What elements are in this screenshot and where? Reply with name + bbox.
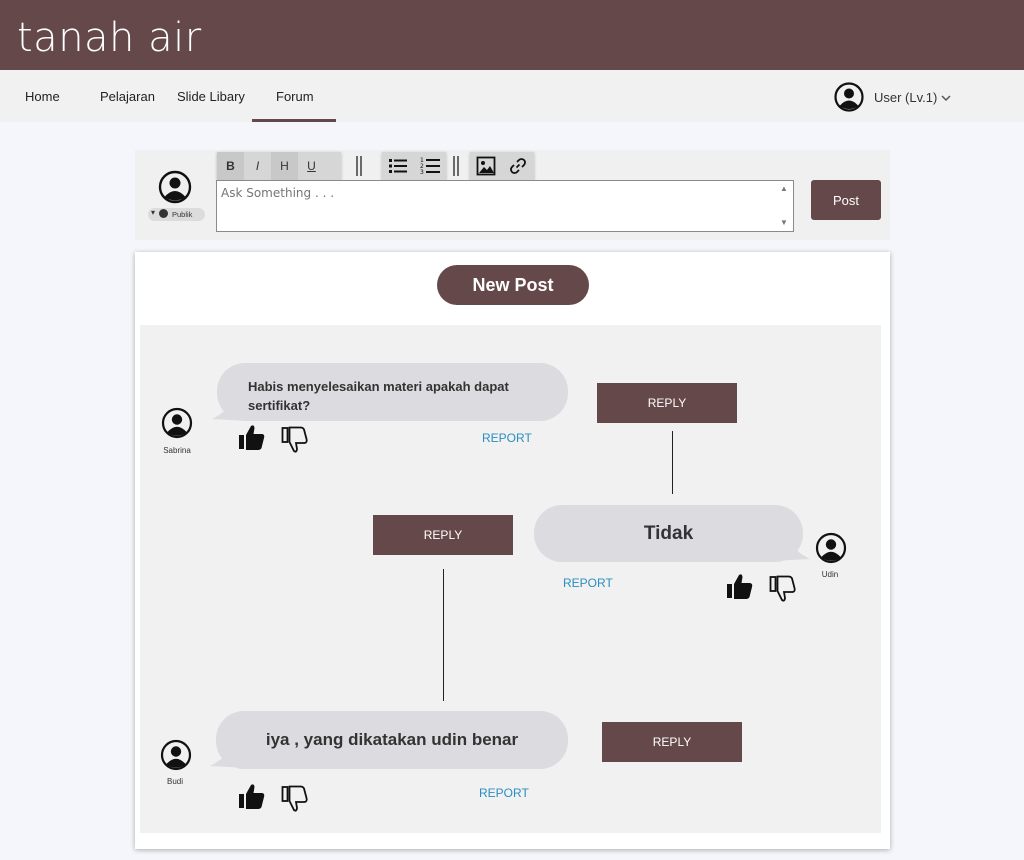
scroll-up-arrow-icon[interactable]: ▲ bbox=[780, 184, 788, 193]
thread-connector bbox=[443, 569, 444, 701]
thumbs-up-icon[interactable] bbox=[238, 423, 266, 451]
nav-forum[interactable]: Forum bbox=[276, 89, 314, 104]
list-toolbar: 1 2 3 bbox=[382, 152, 446, 180]
numbered-list-button[interactable]: 1 2 3 bbox=[414, 152, 446, 180]
author-name: Udin bbox=[821, 570, 839, 579]
author-name: Budi bbox=[166, 777, 183, 786]
insert-toolbar bbox=[470, 152, 534, 180]
caret-down-icon: ▾ bbox=[151, 208, 156, 217]
text-format-toolbar: B I H U bbox=[217, 152, 341, 180]
brand-title[interactable]: tanah air bbox=[17, 15, 202, 61]
post-bubble: Tidak bbox=[534, 505, 803, 562]
author-avatar-icon[interactable] bbox=[815, 532, 847, 564]
ask-input[interactable] bbox=[216, 180, 794, 232]
thumbs-down-icon[interactable] bbox=[769, 575, 797, 603]
compose-avatar-icon bbox=[158, 170, 192, 204]
thread-connector bbox=[672, 431, 673, 494]
image-icon bbox=[476, 156, 496, 176]
report-link[interactable]: REPORT bbox=[479, 786, 529, 800]
report-link[interactable]: REPORT bbox=[563, 576, 613, 590]
privacy-selector[interactable]: ▾ Publik bbox=[148, 208, 205, 221]
insert-image-button[interactable] bbox=[470, 152, 502, 180]
author-avatar-icon[interactable] bbox=[160, 739, 192, 771]
heading-button[interactable]: H bbox=[271, 152, 298, 180]
bullet-list-button[interactable] bbox=[382, 152, 414, 180]
nav-home[interactable]: Home bbox=[25, 89, 60, 104]
nav-slide-library[interactable]: Slide Libary bbox=[177, 89, 245, 104]
thumbs-up-icon[interactable] bbox=[726, 572, 754, 600]
new-post-button[interactable]: New Post bbox=[437, 265, 589, 305]
toolbar-divider bbox=[356, 156, 362, 176]
privacy-label: Publik bbox=[172, 210, 193, 219]
user-avatar-icon[interactable] bbox=[834, 82, 864, 112]
thumbs-down-icon[interactable] bbox=[281, 426, 309, 454]
thumbs-up-icon[interactable] bbox=[238, 782, 266, 810]
user-menu-label[interactable]: User (Lv.1) bbox=[874, 90, 937, 105]
post-text: Tidak bbox=[643, 522, 694, 544]
italic-button[interactable]: I bbox=[244, 152, 271, 180]
author-name: Sabrina bbox=[163, 446, 191, 455]
numbered-list-icon: 1 2 3 bbox=[420, 157, 440, 176]
post-bubble: iya , yang dikatakan udin benar bbox=[216, 711, 568, 769]
chevron-down-icon[interactable] bbox=[940, 92, 952, 104]
nav-pelajaran[interactable]: Pelajaran bbox=[100, 89, 155, 104]
underline-button[interactable]: U bbox=[298, 152, 325, 180]
post-bubble: Habis menyelesaikan materi apakah dapat … bbox=[217, 363, 568, 421]
report-link[interactable]: REPORT bbox=[482, 431, 532, 445]
reply-button[interactable]: REPLY bbox=[597, 383, 737, 423]
scroll-down-arrow-icon[interactable]: ▼ bbox=[780, 218, 788, 227]
globe-icon bbox=[159, 209, 168, 218]
thumbs-down-icon[interactable] bbox=[281, 785, 309, 813]
reply-button[interactable]: REPLY bbox=[602, 722, 742, 762]
bold-button[interactable]: B bbox=[217, 152, 244, 180]
post-text: iya , yang dikatakan udin benar bbox=[265, 730, 519, 749]
link-icon bbox=[510, 158, 526, 174]
insert-link-button[interactable] bbox=[502, 152, 534, 180]
app-header: tanah air bbox=[0, 0, 1024, 70]
bullet-list-icon bbox=[389, 159, 407, 173]
post-text: Habis menyelesaikan materi apakah dapat … bbox=[248, 379, 509, 413]
author-avatar-icon[interactable] bbox=[161, 407, 193, 439]
active-tab-indicator bbox=[252, 119, 336, 122]
toolbar-divider bbox=[453, 156, 459, 176]
reply-button[interactable]: REPLY bbox=[373, 515, 513, 555]
post-button[interactable]: Post bbox=[811, 180, 881, 220]
svg-text:3: 3 bbox=[420, 169, 424, 176]
